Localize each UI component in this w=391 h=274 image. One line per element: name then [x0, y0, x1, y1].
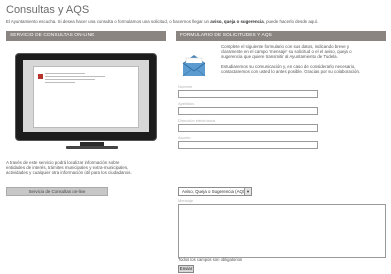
envelope-icon: [182, 55, 206, 77]
intro-text-emphasis: aviso, queja o sugerencia: [210, 19, 264, 24]
asunto-label: Asunto: [178, 135, 191, 140]
page-title: Consultas y AQS: [6, 4, 90, 16]
mensaje-label: Mensaje: [178, 198, 194, 203]
screen-line: [45, 79, 95, 80]
apellidos-field[interactable]: [178, 107, 318, 115]
formulario-header: FORMULARIO DE SOLICITUDES Y AQS: [176, 31, 386, 41]
enviar-button[interactable]: Enviar: [178, 265, 194, 273]
email-label: Dirección electrónica: [178, 118, 216, 123]
screen-line: [45, 82, 75, 83]
description-line: contactaremos con usted lo antes posible…: [221, 68, 361, 74]
asunto-field[interactable]: [178, 141, 318, 149]
nombre-label: Nombre: [178, 84, 193, 89]
apellidos-label: Apellidos: [178, 101, 195, 106]
monitor-base: [66, 146, 118, 149]
consultas-description: A través de este servicio podrá localiza…: [6, 160, 166, 175]
consultas-header: SERVICIO DE CONSULTAS ON-LINE: [6, 31, 166, 41]
description-line: actividades y cualquier otra información…: [6, 170, 132, 175]
monitor-image: [15, 53, 157, 141]
screen-logo-icon: [38, 74, 43, 79]
intro-text-end: , puede hacerlo desde aquí.: [263, 19, 319, 24]
nombre-field[interactable]: [178, 90, 318, 98]
screen-line: [45, 73, 85, 74]
intro-text: El Ayuntamiento escucha. Si desea hacer …: [6, 19, 386, 24]
intro-text-start: El Ayuntamiento escucha. Si desea hacer …: [6, 19, 211, 24]
chevron-down-icon[interactable]: ▾: [244, 188, 251, 195]
consultas-online-button[interactable]: Servicio de Consultas on-line: [6, 187, 108, 196]
required-note: Todos los campos son obligatorios: [178, 257, 243, 262]
email-field[interactable]: [178, 124, 318, 132]
tipo-select[interactable]: Aviso, Queja o Sugerencia (AQS) ▾: [178, 187, 252, 196]
screen-line: [45, 76, 105, 77]
formulario-description: Complete el siguiente formulario con sus…: [221, 44, 386, 74]
screen-page-illustration: [33, 66, 139, 128]
mensaje-textarea[interactable]: [178, 204, 386, 258]
monitor-screen: [23, 60, 149, 132]
tipo-select-value: Aviso, Queja o Sugerencia (AQS): [182, 189, 248, 194]
